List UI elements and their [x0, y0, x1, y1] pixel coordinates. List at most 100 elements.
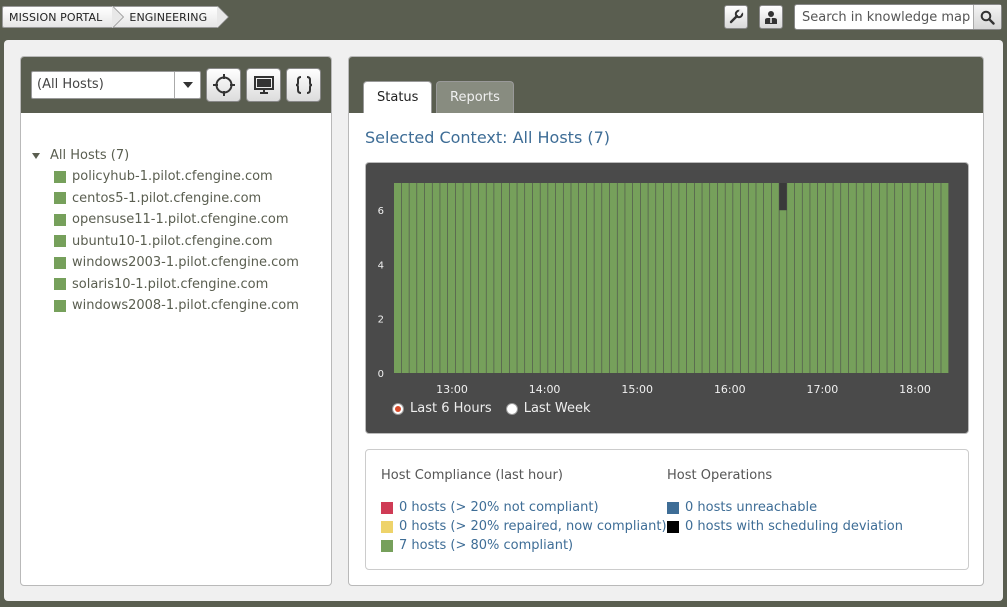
chart-bar-compliant: [910, 183, 918, 373]
y-tick-label: 6: [378, 206, 384, 217]
legend-unreachable[interactable]: 0 hosts unreachable: [667, 498, 903, 517]
chart-bar-compliant: [879, 183, 887, 373]
chart-bar-compliant: [702, 183, 710, 373]
chart-bar-compliant: [471, 183, 479, 373]
legend-label: 0 hosts with scheduling deviation: [685, 519, 904, 534]
chart-bar-compliant: [864, 183, 872, 373]
breadcrumb-mission-portal[interactable]: MISSION PORTAL: [2, 6, 125, 28]
breadcrumb-engineering[interactable]: ENGINEERING: [112, 6, 230, 28]
legend-repaired[interactable]: 0 hosts (> 20% repaired, now compliant): [381, 517, 667, 536]
host-item[interactable]: solaris10-1.pilot.cfengine.com: [54, 274, 331, 296]
user-button[interactable]: [759, 5, 783, 29]
status-panel: Status Reports Selected Context: All Hos…: [348, 56, 984, 586]
chart-bar-compliant: [748, 183, 756, 373]
policy-view-button[interactable]: [286, 68, 321, 102]
chart-bar-compliant: [771, 183, 779, 373]
host-status-icon: [54, 170, 66, 183]
settings-button[interactable]: [724, 5, 748, 29]
chart-bar-compliant: [764, 183, 772, 373]
tab-reports[interactable]: Reports: [436, 81, 514, 113]
breadcrumb: MISSION PORTAL ENGINEERING: [2, 6, 230, 28]
chevron-down-icon[interactable]: [174, 72, 200, 98]
chart-bar-compliant: [432, 183, 440, 373]
chart-bar-compliant: [895, 183, 903, 373]
chart-bar-compliant: [802, 183, 810, 373]
green-square-icon: [381, 539, 393, 552]
locate-button[interactable]: [206, 68, 241, 102]
compliance-chart-svg: 0 2 4 6 13:00 14:00 15:00 16:00 17:00 18:00: [378, 183, 949, 396]
host-status-icon: [54, 256, 66, 269]
search-input[interactable]: [795, 5, 973, 29]
x-tick-label: 16:00: [714, 383, 746, 396]
x-tick-label: 13:00: [436, 383, 468, 396]
chart-bar-compliant: [478, 183, 486, 373]
host-item[interactable]: centos5-1.pilot.cfengine.com: [54, 188, 331, 210]
host-operations-legend: Host Operations 0 hosts unreachable 0 ho…: [667, 468, 903, 536]
chart-bar-compliant: [918, 183, 926, 373]
chart-bar-compliant: [509, 183, 517, 373]
chart-bar-compliant: [733, 183, 741, 373]
chart-bar-compliant: [632, 183, 641, 373]
host-view-button[interactable]: [246, 68, 281, 102]
chart-bar-compliant: [656, 183, 664, 373]
host-item[interactable]: policyhub-1.pilot.cfengine.com: [54, 166, 331, 188]
legend-compliant[interactable]: 7 hosts (> 80% compliant): [381, 536, 667, 555]
chart-bar-compliant: [563, 183, 571, 373]
tree-root-all-hosts[interactable]: All Hosts (7): [32, 145, 331, 165]
chart-bar-compliant: [817, 183, 826, 373]
chart-bar-compliant: [887, 183, 895, 373]
chart-bar-compliant: [579, 183, 587, 373]
radio-last-week[interactable]: [505, 402, 518, 415]
caret-down-icon[interactable]: [32, 152, 40, 159]
monitor-icon: [253, 76, 274, 94]
chart-bar-compliant: [694, 183, 702, 373]
host-list: policyhub-1.pilot.cfengine.com centos5-1…: [54, 166, 331, 317]
chart-bar-compliant: [933, 183, 941, 373]
chart-bar-compliant: [440, 183, 448, 373]
x-tick-label: 15:00: [621, 383, 653, 396]
host-item[interactable]: opensuse11-1.pilot.cfengine.com: [54, 209, 331, 231]
host-operations-title: Host Operations: [667, 468, 773, 483]
host-item[interactable]: windows2008-1.pilot.cfengine.com: [54, 295, 331, 317]
main-content: (All Hosts) All Hosts (7) policyhub-1.pi…: [4, 40, 1003, 601]
chart-bar-compliant: [810, 183, 818, 373]
host-name: centos5-1.pilot.cfengine.com: [72, 190, 262, 206]
host-tree-panel: (All Hosts) All Hosts (7) policyhub-1.pi…: [20, 56, 332, 586]
chart-bar-compliant: [602, 183, 610, 373]
chart-bar-compliant: [941, 183, 949, 373]
legend-label: 0 hosts (> 20% repaired, now compliant): [399, 519, 667, 534]
chart-bar-compliant: [848, 183, 856, 373]
x-tick-label: 14:00: [529, 383, 561, 396]
host-item[interactable]: windows2003-1.pilot.cfengine.com: [54, 252, 331, 274]
chart-bar-compliant: [794, 183, 802, 373]
chart-bar-compliant: [617, 183, 625, 373]
top-bar: MISSION PORTAL ENGINEERING: [0, 0, 1007, 36]
host-name: policyhub-1.pilot.cfengine.com: [72, 169, 273, 185]
chart-bar-compliant: [779, 210, 787, 373]
legend-label: 0 hosts unreachable: [685, 500, 818, 515]
chart-bar-compliant: [871, 183, 880, 373]
host-item[interactable]: ubuntu10-1.pilot.cfengine.com: [54, 231, 331, 253]
radio-last-6-hours[interactable]: [392, 402, 404, 415]
chart-bar-compliant: [756, 183, 764, 373]
chart-bar-compliant: [594, 183, 602, 373]
tab-status[interactable]: Status: [363, 81, 433, 113]
legend-label: 0 hosts (> 20% not compliant): [399, 500, 599, 515]
chart-bar-compliant: [725, 183, 733, 373]
chart-bar-deviation: [779, 183, 787, 211]
search-button[interactable]: [973, 5, 1001, 29]
host-tree-toolbar: (All Hosts): [21, 57, 331, 113]
host-name: windows2003-1.pilot.cfengine.com: [72, 255, 299, 271]
host-filter-value: (All Hosts): [37, 77, 104, 92]
search-icon: [980, 10, 995, 25]
legend-not-compliant[interactable]: 0 hosts (> 20% not compliant): [381, 498, 667, 517]
host-filter-select[interactable]: (All Hosts): [31, 71, 201, 99]
legend-scheduling-deviation[interactable]: 0 hosts with scheduling deviation: [667, 517, 903, 536]
y-tick-label: 0: [378, 369, 384, 380]
chart-bar-compliant: [740, 183, 748, 373]
host-tree: All Hosts (7) policyhub-1.pilot.cfengine…: [21, 113, 331, 317]
radio-label-last-6-hours: Last 6 Hours: [410, 401, 492, 416]
search-box: [794, 4, 1002, 30]
chart-bar-compliant: [787, 183, 795, 373]
chart-bar-compliant: [663, 183, 671, 373]
